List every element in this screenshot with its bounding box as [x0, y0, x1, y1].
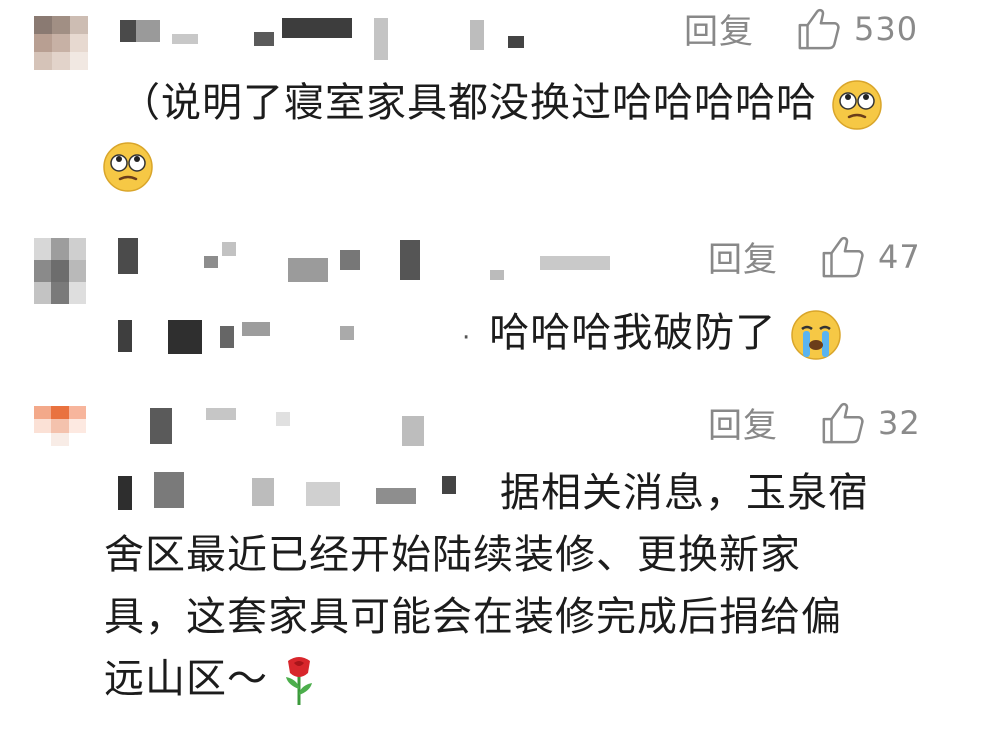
- like-button[interactable]: 47: [820, 234, 921, 280]
- comment-line: 据相关消息，玉泉宿: [500, 470, 869, 516]
- comment-actions: 回复 530: [684, 4, 918, 53]
- comment-1: 回复 530 （说明了寝室家具都没换过哈哈哈哈哈: [0, 0, 998, 210]
- blurred-username: [118, 402, 458, 446]
- rose-emoji: [285, 657, 312, 705]
- comment-2: 回复 47 · 哈哈哈我破防了: [0, 220, 998, 380]
- comment-line: 舍区最近已经开始陆续装修、更换新家: [104, 532, 801, 578]
- reply-button[interactable]: 回复: [708, 232, 778, 281]
- comment-text: · 哈哈哈我破防了: [462, 302, 842, 369]
- comment-3: 回复 32 据相关消息，玉泉宿 舍区最近已经开始陆续装修、更换新家 具，这套家具…: [0, 392, 998, 737]
- avatar[interactable]: [34, 406, 86, 446]
- comment-body: （说明了寝室家具都没换过哈哈哈哈哈: [120, 80, 817, 126]
- text-bullet: ·: [462, 323, 472, 353]
- blurred-username: [118, 236, 618, 286]
- thumbs-up-icon: [822, 402, 864, 443]
- comment-line: 具，这套家具可能会在装修完成后捐给偏: [104, 594, 842, 640]
- like-button[interactable]: 32: [820, 400, 921, 446]
- thumbs-up-icon: [822, 236, 864, 277]
- reply-button[interactable]: 回复: [684, 4, 754, 53]
- eye-roll-emoji: [103, 142, 153, 192]
- reply-button[interactable]: 回复: [708, 398, 778, 447]
- like-count: 530: [854, 9, 919, 48]
- avatar[interactable]: [34, 16, 88, 70]
- comment-actions: 回复 47: [708, 232, 921, 281]
- like-count: 32: [878, 403, 921, 442]
- comment-line: 远山区～: [104, 656, 268, 702]
- eye-roll-emoji: [831, 80, 882, 130]
- blurred-text: [118, 316, 458, 356]
- comment-body: 哈哈哈我破防了: [489, 310, 777, 356]
- comment-last-line: 远山区～: [104, 648, 984, 710]
- like-count: 47: [878, 237, 921, 276]
- like-button[interactable]: 530: [796, 6, 918, 52]
- comment-actions: 回复 32: [708, 398, 921, 447]
- avatar[interactable]: [34, 238, 86, 304]
- comment-text: （说明了寝室家具都没换过哈哈哈哈哈: [103, 72, 960, 196]
- thumbs-up-icon: [798, 8, 840, 49]
- blurred-username: [120, 14, 540, 60]
- comment-text: 据相关消息，玉泉宿 舍区最近已经开始陆续装修、更换新家 具，这套家具可能会在装修…: [104, 462, 984, 710]
- crying-emoji: [791, 310, 841, 360]
